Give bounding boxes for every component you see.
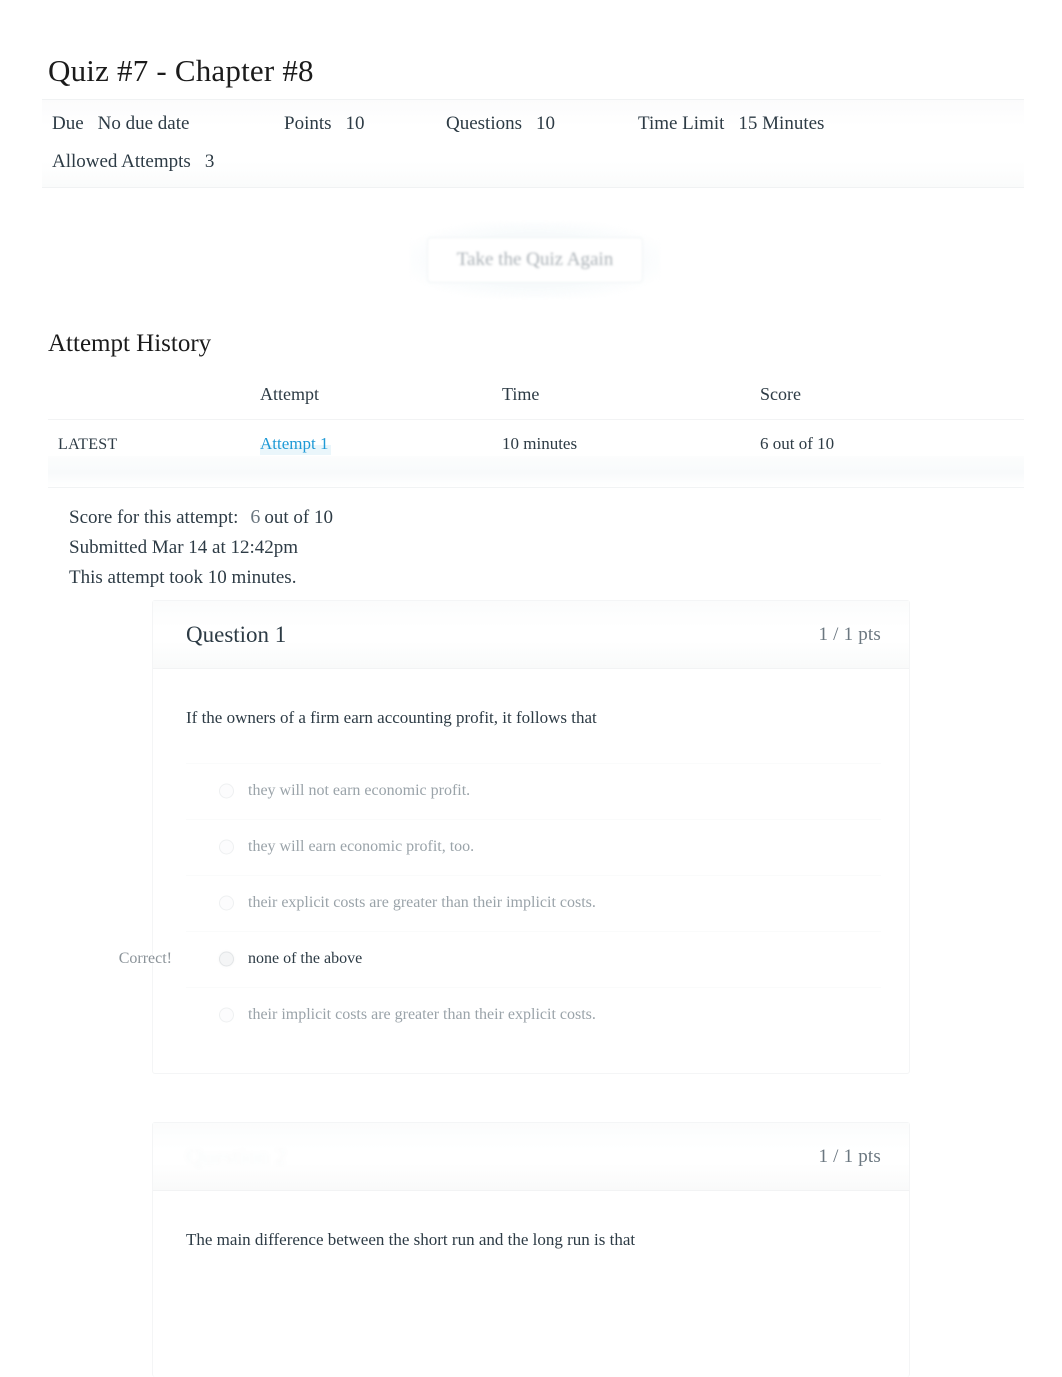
- answer-text: they will not earn economic profit.: [248, 781, 471, 799]
- attempt-table-footer-band: [48, 456, 1024, 488]
- score-label: Score for this attempt:: [69, 507, 239, 528]
- question-1-header: Question 1 1 / 1 pts: [153, 601, 909, 669]
- answer-text: none of the above: [248, 949, 363, 967]
- question-1-points: 1 / 1 pts: [818, 623, 881, 645]
- attempt-summary: Score for this attempt: 6 out of 10 Submit…: [69, 502, 333, 593]
- meta-allowed-attempts-value: 3: [204, 151, 215, 172]
- page-title: Quiz #7 - Chapter #8: [48, 53, 314, 88]
- submitted-line: Submitted Mar 14 at 12:42pm: [69, 537, 299, 558]
- radio-icon[interactable]: [219, 895, 234, 911]
- meta-points: Points 10: [284, 114, 446, 133]
- question-2-text: The main difference between the short ru…: [186, 1230, 636, 1249]
- attempt-history-header: Attempt Time Score: [48, 380, 1024, 420]
- quiz-meta-row-primary: Due No due date Points 10 Questions 10 T…: [52, 114, 1014, 133]
- meta-time-limit: Time Limit 15 Minutes: [638, 114, 898, 133]
- meta-questions: Questions 10: [446, 114, 638, 133]
- radio-icon[interactable]: [219, 839, 234, 855]
- latest-badge: LATEST: [58, 436, 118, 453]
- meta-questions-value: 10: [536, 113, 555, 134]
- column-header-attempt: Attempt: [260, 380, 502, 420]
- answer-option[interactable]: their implicit costs are greater than th…: [186, 986, 881, 1043]
- meta-allowed-attempts-label: Allowed Attempts: [52, 151, 191, 172]
- radio-icon-selected[interactable]: [219, 951, 234, 967]
- question-card-2: Question 2 1 / 1 pts The main difference…: [152, 1122, 910, 1377]
- answer-text: their explicit costs are greater than th…: [248, 893, 596, 911]
- radio-icon[interactable]: [219, 1007, 234, 1023]
- question-2-name: Question 2: [186, 1144, 286, 1170]
- question-2-header: Question 2 1 / 1 pts: [153, 1123, 909, 1191]
- answer-option-selected[interactable]: Correct! none of the above: [119, 930, 881, 987]
- question-1-text: If the owners of a firm earn accounting …: [186, 708, 597, 727]
- meta-time-limit-value: 15 Minutes: [738, 113, 825, 134]
- attempt-history-title: Attempt History: [48, 330, 212, 357]
- table-header-row: Attempt Time Score: [48, 380, 1024, 420]
- meta-points-label: Points: [284, 113, 332, 134]
- column-header-time: Time: [502, 380, 760, 420]
- meta-due-value: No due date: [97, 113, 190, 134]
- question-2-points: 1 / 1 pts: [818, 1145, 881, 1167]
- meta-points-value: 10: [345, 113, 365, 134]
- meta-time-limit-label: Time Limit: [638, 113, 725, 134]
- meta-allowed-attempts: Allowed Attempts 3: [52, 152, 214, 171]
- meta-questions-label: Questions: [446, 113, 522, 134]
- retake-quiz-area: Take the Quiz Again: [410, 222, 660, 298]
- answer-text: their implicit costs are greater than th…: [248, 1005, 596, 1023]
- answer-option[interactable]: they will earn economic profit, too.: [186, 818, 881, 875]
- question-1-body: If the owners of a firm earn accounting …: [119, 669, 909, 1053]
- score-value: 6: [250, 506, 261, 528]
- attempt-1-link[interactable]: Attempt 1: [260, 433, 332, 455]
- quiz-results-page: Quiz #7 - Chapter #8 Due No due date Poi…: [0, 0, 1062, 1377]
- answer-option[interactable]: their explicit costs are greater than th…: [186, 874, 881, 931]
- take-quiz-again-button[interactable]: Take the Quiz Again: [427, 237, 643, 283]
- radio-icon[interactable]: [219, 783, 234, 799]
- answer-status-correct: Correct!: [118, 950, 172, 967]
- duration-line: This attempt took 10 minutes.: [69, 567, 297, 588]
- meta-due-label: Due: [52, 113, 84, 134]
- column-header-score: Score: [760, 380, 1024, 420]
- question-1-name: Question 1: [186, 621, 287, 647]
- question-card-1: Question 1 1 / 1 pts If the owners of a …: [119, 600, 910, 1074]
- score-suffix: out of 10: [264, 507, 333, 528]
- column-header-flag: [48, 380, 260, 420]
- answer-text: they will earn economic profit, too.: [248, 837, 475, 855]
- quiz-meta-row-secondary: Allowed Attempts 3: [52, 152, 1014, 171]
- answer-option[interactable]: they will not earn economic profit.: [186, 762, 881, 819]
- quiz-meta-header: Due No due date Points 10 Questions 10 T…: [42, 99, 1024, 188]
- question-1-answers: they will not earn economic profit. they…: [119, 762, 881, 1043]
- score-for-attempt-line: Score for this attempt: 6 out of 10: [69, 502, 333, 533]
- meta-due: Due No due date: [52, 114, 284, 133]
- question-2-body: The main difference between the short ru…: [153, 1191, 909, 1295]
